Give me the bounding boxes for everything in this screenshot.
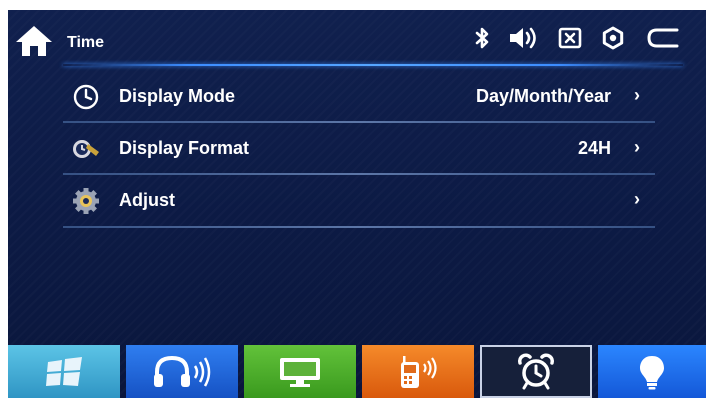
row-divider (63, 173, 655, 175)
bottom-dock (8, 345, 706, 398)
back-button[interactable] (642, 24, 682, 52)
display-icon (280, 357, 320, 387)
chevron-right-icon: › (634, 137, 640, 157)
windows-icon (46, 356, 82, 386)
adjust-row[interactable]: Adjust › (63, 176, 655, 226)
tab-display[interactable] (244, 345, 356, 398)
adjust-label: Adjust (119, 190, 175, 210)
light-bulb-icon (640, 355, 664, 389)
chevron-right-icon: › (634, 85, 640, 105)
screen: Time Display Mode Day/Month/Year › Displ… (8, 10, 706, 398)
close-box-icon (558, 27, 582, 49)
alarm-clock-icon (517, 353, 555, 389)
row-divider (63, 121, 655, 123)
phone-icon (401, 355, 437, 388)
tab-windows[interactable] (8, 345, 120, 398)
format-icon (73, 140, 99, 158)
bluetooth-icon (475, 27, 489, 49)
tab-light[interactable] (598, 345, 706, 398)
header-divider (63, 64, 683, 66)
display-format-row[interactable]: Display Format 24H › (63, 124, 655, 174)
home-button[interactable] (14, 24, 54, 58)
bluetooth-audio-icon (154, 355, 211, 387)
display-mode-label: Display Mode (119, 86, 236, 106)
gear-icon (73, 188, 99, 214)
display-format-label: Display Format (119, 138, 250, 158)
display-format-value: 24H (577, 138, 611, 158)
back-icon (647, 28, 679, 48)
home-icon (16, 26, 52, 56)
clock-icon (73, 84, 99, 110)
settings-icon (602, 26, 624, 50)
tab-bluetooth-audio[interactable] (126, 345, 238, 398)
row-divider (63, 226, 655, 228)
display-mode-value: Day/Month/Year (475, 86, 611, 106)
header-bar: Time (8, 10, 706, 68)
chevron-right-icon: › (634, 189, 640, 209)
bluetooth-button[interactable] (472, 24, 492, 52)
page-title: Time (67, 34, 105, 51)
close-box-button[interactable] (556, 24, 584, 52)
volume-icon (510, 27, 536, 49)
volume-button[interactable] (506, 24, 542, 52)
tab-alarm-clock[interactable] (480, 345, 592, 398)
settings-button[interactable] (600, 24, 626, 52)
tab-phone[interactable] (362, 345, 474, 398)
display-mode-row[interactable]: Display Mode Day/Month/Year › (63, 72, 655, 122)
